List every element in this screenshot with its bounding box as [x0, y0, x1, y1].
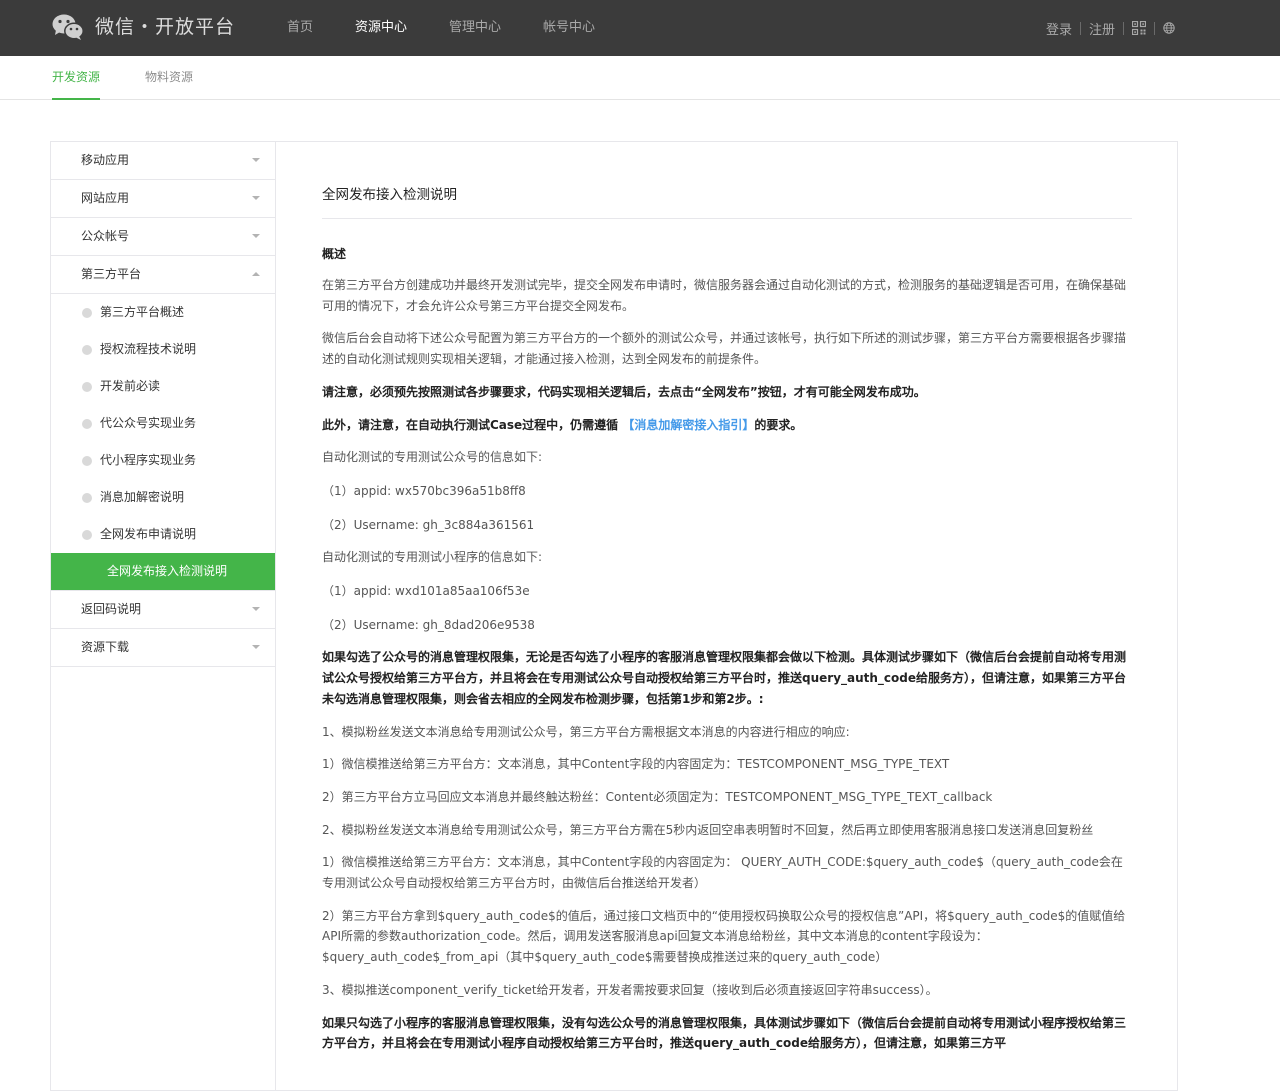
- sidebar-subitem-label: 代公众号实现业务: [100, 416, 197, 430]
- sidebar-subitem-overview[interactable]: 第三方平台概述: [51, 294, 275, 331]
- globe-icon[interactable]: [1163, 22, 1175, 34]
- sidebar-item-label: 第三方平台: [81, 267, 142, 281]
- sub-nav: 开发资源 物料资源: [0, 56, 1280, 100]
- top-navbar: 微信・开放平台 首页 资源中心 管理中心 帐号中心 登录 注册: [0, 0, 1280, 56]
- notice-paragraph: 如果只勾选了小程序的客服消息管理权限集，没有勾选公众号的消息管理权限集，具体测试…: [322, 1015, 1127, 1051]
- sidebar-subitem-official-business[interactable]: 代公众号实现业务: [51, 405, 275, 442]
- nav-management-center[interactable]: 管理中心: [449, 0, 501, 56]
- qrcode-icon[interactable]: [1132, 21, 1146, 35]
- chevron-down-icon: [252, 234, 260, 238]
- page-title: 全网发布接入检测说明: [322, 185, 1132, 219]
- paragraph: 1）微信模推送给第三方平台方：文本消息，其中Content字段的内容固定为： Q…: [322, 855, 1123, 891]
- register-link[interactable]: 注册: [1089, 19, 1115, 38]
- sidebar-subgroup: 第三方平台概述 授权流程技术说明 开发前必读 代公众号实现业务 代小程序实现业务…: [51, 294, 275, 591]
- notice-text: 此外，请注意，在自动执行测试Case过程中，仍需遵循: [322, 417, 623, 432]
- sidebar-subitem-label: 全网发布接入检测说明: [107, 564, 228, 578]
- sidebar-item-label: 公众帐号: [81, 229, 130, 243]
- sidebar-item-official-account[interactable]: 公众帐号: [51, 218, 275, 256]
- sidebar-subitem-label: 第三方平台概述: [100, 305, 185, 319]
- sidebar-subitem-publish-test[interactable]: 全网发布接入检测说明: [51, 553, 275, 590]
- paragraph: 自动化测试的专用测试公众号的信息如下:: [322, 450, 543, 465]
- paragraph: 1）微信模推送给第三方平台方：文本消息，其中Content字段的内容固定为：TE…: [322, 757, 950, 772]
- bullet-icon: [82, 530, 92, 540]
- sidebar-subitem-label: 全网发布申请说明: [100, 527, 197, 541]
- sidebar-item-downloads[interactable]: 资源下载: [51, 629, 275, 667]
- sidebar-subitem-label: 授权流程技术说明: [100, 342, 197, 356]
- notice-text: 的要求。: [754, 417, 803, 432]
- paragraph: 自动化测试的专用测试小程序的信息如下:: [322, 550, 543, 565]
- encryption-guide-link[interactable]: 【消息加解密接入指引】: [622, 418, 754, 432]
- main-nav: 首页 资源中心 管理中心 帐号中心: [287, 0, 637, 56]
- chevron-down-icon: [252, 196, 260, 200]
- bullet-icon: [82, 419, 92, 429]
- paragraph: 2）第三方平台方立马回应文本消息并最终触达粉丝：Content必须固定为：TES…: [322, 789, 993, 804]
- sidebar-subitem-miniprogram-business[interactable]: 代小程序实现业务: [51, 442, 275, 479]
- paragraph: 3、模拟推送component_verify_ticket给开发者，开发者需按要…: [322, 982, 938, 997]
- divider: [1123, 21, 1124, 35]
- nav-account-center[interactable]: 帐号中心: [543, 0, 595, 56]
- bullet-icon: [82, 456, 92, 466]
- paragraph: 2）第三方平台方拿到$query_auth_code$的值后，通过接口文档页中的…: [322, 908, 1126, 965]
- chevron-down-icon: [252, 607, 260, 611]
- logo[interactable]: 微信・开放平台: [52, 12, 235, 42]
- sidebar-item-label: 移动应用: [81, 153, 130, 167]
- notice-paragraph: 请注意，必须预先按照测试各步骤要求，代码实现相关逻辑后，去点击“全网发布”按钮，…: [322, 384, 926, 399]
- chevron-up-icon: [252, 272, 260, 276]
- divider: [1154, 21, 1155, 35]
- bullet-icon: [82, 308, 92, 318]
- sidebar-subitem-label: 开发前必读: [100, 379, 161, 393]
- sidebar-item-website-app[interactable]: 网站应用: [51, 180, 275, 218]
- sidebar-subitem-encryption[interactable]: 消息加解密说明: [51, 479, 275, 516]
- sidebar-item-label: 网站应用: [81, 191, 130, 205]
- test-miniprogram-username: （2）Username: gh_8dad206e9538: [322, 617, 535, 632]
- divider: [1079, 21, 1081, 35]
- paragraph: 2、模拟粉丝发送文本消息给专用测试公众号，第三方平台方需在5秒内返回空串表明暂时…: [322, 822, 1094, 837]
- sidebar-item-return-codes[interactable]: 返回码说明: [51, 591, 275, 629]
- nav-resource-center[interactable]: 资源中心: [355, 0, 407, 56]
- doc-content: 全网发布接入检测说明 概述 在第三方平台方创建成功并最终开发测试完毕，提交全网发…: [322, 185, 1132, 1054]
- bullet-icon: [82, 345, 92, 355]
- tab-dev-resources[interactable]: 开发资源: [52, 56, 101, 100]
- tab-material-resources[interactable]: 物料资源: [145, 56, 193, 100]
- paragraph: 1、模拟粉丝发送文本消息给专用测试公众号，第三方平台方需根据文本消息的内容进行相…: [322, 724, 850, 739]
- sidebar-item-label: 返回码说明: [81, 602, 142, 616]
- bullet-icon: [82, 493, 92, 503]
- paragraph: 微信后台会自动将下述公众号配置为第三方平台方的一个额外的测试公众号，并通过该帐号…: [322, 331, 1127, 367]
- sidebar: 移动应用 网站应用 公众帐号 第三方平台 第三方平台概述 授权流程技术说明 开发…: [51, 142, 276, 1090]
- chevron-down-icon: [252, 645, 260, 649]
- sidebar-item-label: 资源下载: [81, 640, 130, 654]
- sidebar-subitem-label: 代小程序实现业务: [100, 453, 197, 467]
- account-links: 登录 注册: [1046, 0, 1175, 56]
- test-miniprogram-appid: （1）appid: wxd101a85aa106f53e: [322, 584, 530, 599]
- logo-text: 微信・开放平台: [95, 16, 236, 38]
- paragraph: 在第三方平台方创建成功并最终开发测试完毕，提交全网发布申请时，微信服务器会通过自…: [322, 278, 1127, 313]
- wechat-logo-icon: [52, 14, 84, 40]
- bullet-icon: [82, 382, 92, 392]
- sidebar-subitem-auth-flow[interactable]: 授权流程技术说明: [51, 331, 275, 368]
- notice-paragraph: 如果勾选了公众号的消息管理权限集，无论是否勾选了小程序的客服消息管理权限集都会做…: [322, 650, 1127, 706]
- login-link[interactable]: 登录: [1046, 19, 1072, 38]
- sidebar-subitem-label: 消息加解密说明: [100, 490, 185, 504]
- test-account-appid: （1）appid: wx570bc396a51b8ff8: [322, 483, 526, 498]
- section-heading: 概述: [322, 247, 347, 261]
- sidebar-subitem-prerequisites[interactable]: 开发前必读: [51, 368, 275, 405]
- sidebar-subitem-publish-apply[interactable]: 全网发布申请说明: [51, 516, 275, 553]
- notice-paragraph: 此外，请注意，在自动执行测试Case过程中，仍需遵循 【消息加解密接入指引】的要…: [322, 415, 1132, 436]
- sidebar-item-mobile-app[interactable]: 移动应用: [51, 142, 275, 180]
- test-account-username: （2）Username: gh_3c884a361561: [322, 517, 535, 532]
- nav-home[interactable]: 首页: [287, 0, 313, 56]
- main-container: 移动应用 网站应用 公众帐号 第三方平台 第三方平台概述 授权流程技术说明 开发…: [50, 141, 1178, 1091]
- sidebar-item-third-party[interactable]: 第三方平台: [51, 256, 275, 294]
- chevron-down-icon: [252, 158, 260, 162]
